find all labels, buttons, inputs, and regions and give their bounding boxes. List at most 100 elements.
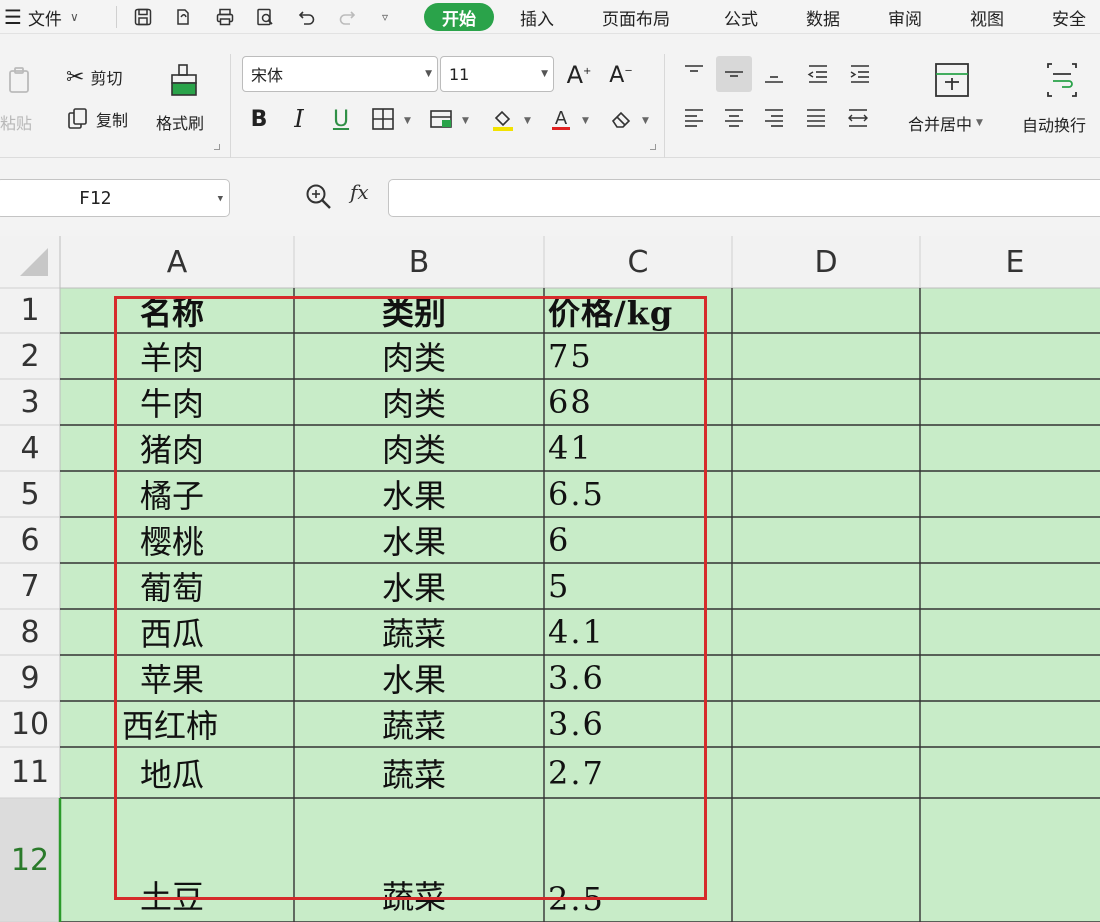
cell-c4[interactable]: 41 — [548, 425, 732, 471]
merge-center-button[interactable] — [930, 58, 974, 102]
increase-font-button[interactable]: A+ — [562, 58, 596, 92]
tab-insert[interactable]: 插入 — [520, 0, 554, 34]
row-header-10[interactable]: 10 — [0, 701, 60, 747]
cell-a9[interactable]: 苹果 — [140, 655, 316, 701]
undo-button[interactable] — [296, 0, 318, 34]
tab-page-layout[interactable]: 页面布局 — [602, 0, 670, 34]
cell-a6[interactable]: 樱桃 — [140, 517, 316, 563]
tab-formulas[interactable]: 公式 — [724, 0, 758, 34]
tab-data[interactable]: 数据 — [806, 0, 840, 34]
cut-button[interactable]: ✂ 剪切 — [66, 62, 122, 92]
row-header-5[interactable]: 5 — [0, 471, 60, 517]
row-header-8[interactable]: 8 — [0, 609, 60, 655]
row-header-2[interactable]: 2 — [0, 333, 60, 379]
align-left-button[interactable] — [676, 100, 712, 136]
align-middle-button[interactable] — [716, 56, 752, 92]
cell-c6[interactable]: 6 — [548, 517, 732, 563]
zoom-icon[interactable] — [304, 182, 334, 212]
align-bottom-button[interactable] — [756, 56, 792, 92]
cell-a2[interactable]: 羊肉 — [140, 333, 316, 379]
font-name-select[interactable]: 宋体 ▼ — [242, 56, 438, 92]
increase-indent-button[interactable] — [842, 56, 878, 92]
italic-button[interactable]: I — [282, 102, 316, 136]
cell-a1[interactable]: 名称 — [140, 288, 316, 333]
cell-c7[interactable]: 5 — [548, 563, 732, 609]
file-menu[interactable]: ☰ 文件 ∨ — [4, 0, 79, 34]
column-header-b[interactable]: B — [294, 236, 544, 288]
tab-start[interactable]: 开始 — [424, 3, 494, 31]
tab-view[interactable]: 视图 — [970, 0, 1004, 34]
row-header-7[interactable]: 7 — [0, 563, 60, 609]
paste-button[interactable] — [0, 60, 40, 100]
align-center-button[interactable] — [716, 100, 752, 136]
borders-button[interactable] — [366, 102, 400, 136]
underline-button[interactable]: U — [324, 102, 358, 136]
wrap-text-label[interactable]: 自动换行 — [1022, 112, 1086, 136]
cell-c12[interactable]: 2.5 — [548, 798, 732, 922]
justify-button[interactable] — [798, 100, 834, 136]
row-header-9[interactable]: 9 — [0, 655, 60, 701]
cell-a8[interactable]: 西瓜 — [140, 609, 316, 655]
cell-c8[interactable]: 4.1 — [548, 609, 732, 655]
cell-style-button[interactable] — [424, 102, 458, 136]
font-size-select[interactable]: 11 ▼ — [440, 56, 554, 92]
cell-a3[interactable]: 牛肉 — [140, 379, 316, 425]
cell-b8[interactable]: 蔬菜 — [382, 609, 544, 655]
cell-b1[interactable]: 类别 — [382, 288, 544, 333]
cell-b10[interactable]: 蔬菜 — [382, 701, 544, 747]
cell-b5[interactable]: 水果 — [382, 471, 544, 517]
cell-a5[interactable]: 橘子 — [140, 471, 316, 517]
cell-a11[interactable]: 地瓜 — [140, 747, 316, 798]
column-header-e[interactable]: E — [920, 236, 1100, 288]
cell-c11[interactable]: 2.7 — [548, 747, 732, 798]
row-header-6[interactable]: 6 — [0, 517, 60, 563]
insert-function-button[interactable]: fx — [350, 180, 369, 204]
cell-b6[interactable]: 水果 — [382, 517, 544, 563]
cell-a4[interactable]: 猪肉 — [140, 425, 316, 471]
distributed-align-button[interactable] — [840, 100, 876, 136]
column-header-c[interactable]: C — [544, 236, 732, 288]
column-header-a[interactable]: A — [60, 236, 294, 288]
cell-b12[interactable]: 蔬菜 — [382, 798, 544, 922]
save-button[interactable] — [132, 0, 154, 34]
decrease-indent-button[interactable] — [800, 56, 836, 92]
row-header-12[interactable]: 12 — [0, 798, 60, 922]
cell-c10[interactable]: 3.6 — [548, 701, 732, 747]
fill-color-button[interactable] — [486, 102, 520, 136]
row-header-4[interactable]: 4 — [0, 425, 60, 471]
row-header-1[interactable]: 1 — [0, 288, 60, 333]
redo-button[interactable] — [336, 0, 358, 34]
spreadsheet-grid[interactable]: A B C D E 1 2 3 4 5 6 7 8 9 10 11 12 名称 类别 价格/kg 羊肉 肉类 75 牛肉 肉类 6… — [0, 236, 1100, 922]
cell-b3[interactable]: 肉类 — [382, 379, 544, 425]
cell-c1[interactable]: 价格/kg — [548, 288, 732, 333]
wrap-text-button[interactable] — [1040, 58, 1084, 102]
column-header-d[interactable]: D — [732, 236, 920, 288]
output-pdf-button[interactable] — [172, 0, 194, 34]
formula-input[interactable] — [388, 179, 1100, 217]
print-button[interactable] — [214, 0, 236, 34]
name-box[interactable]: F12 ▼ — [0, 179, 230, 217]
align-top-button[interactable] — [676, 56, 712, 92]
tab-security[interactable]: 安全 — [1052, 0, 1086, 34]
merge-center-dropdown[interactable]: 合并居中 ▼ — [908, 110, 983, 136]
cell-b9[interactable]: 水果 — [382, 655, 544, 701]
decrease-font-button[interactable]: A− — [604, 58, 638, 92]
bold-button[interactable]: B — [242, 102, 276, 136]
cell-b7[interactable]: 水果 — [382, 563, 544, 609]
cell-b11[interactable]: 蔬菜 — [382, 747, 544, 798]
cell-c2[interactable]: 75 — [548, 333, 732, 379]
align-right-button[interactable] — [756, 100, 792, 136]
cell-a10[interactable]: 西红柿 — [122, 701, 298, 747]
cell-a12[interactable]: 土豆 — [140, 798, 316, 922]
format-painter-button[interactable] — [164, 60, 204, 100]
print-preview-button[interactable] — [254, 0, 276, 34]
cell-a7[interactable]: 葡萄 — [140, 563, 316, 609]
cell-c5[interactable]: 6.5 — [548, 471, 732, 517]
customize-toolbar-button[interactable]: ▿ — [382, 0, 388, 34]
cell-b4[interactable]: 肉类 — [382, 425, 544, 471]
cell-b2[interactable]: 肉类 — [382, 333, 544, 379]
clear-format-button[interactable] — [604, 102, 638, 136]
row-header-11[interactable]: 11 — [0, 747, 60, 798]
font-color-button[interactable]: A — [544, 102, 578, 136]
cell-c9[interactable]: 3.6 — [548, 655, 732, 701]
